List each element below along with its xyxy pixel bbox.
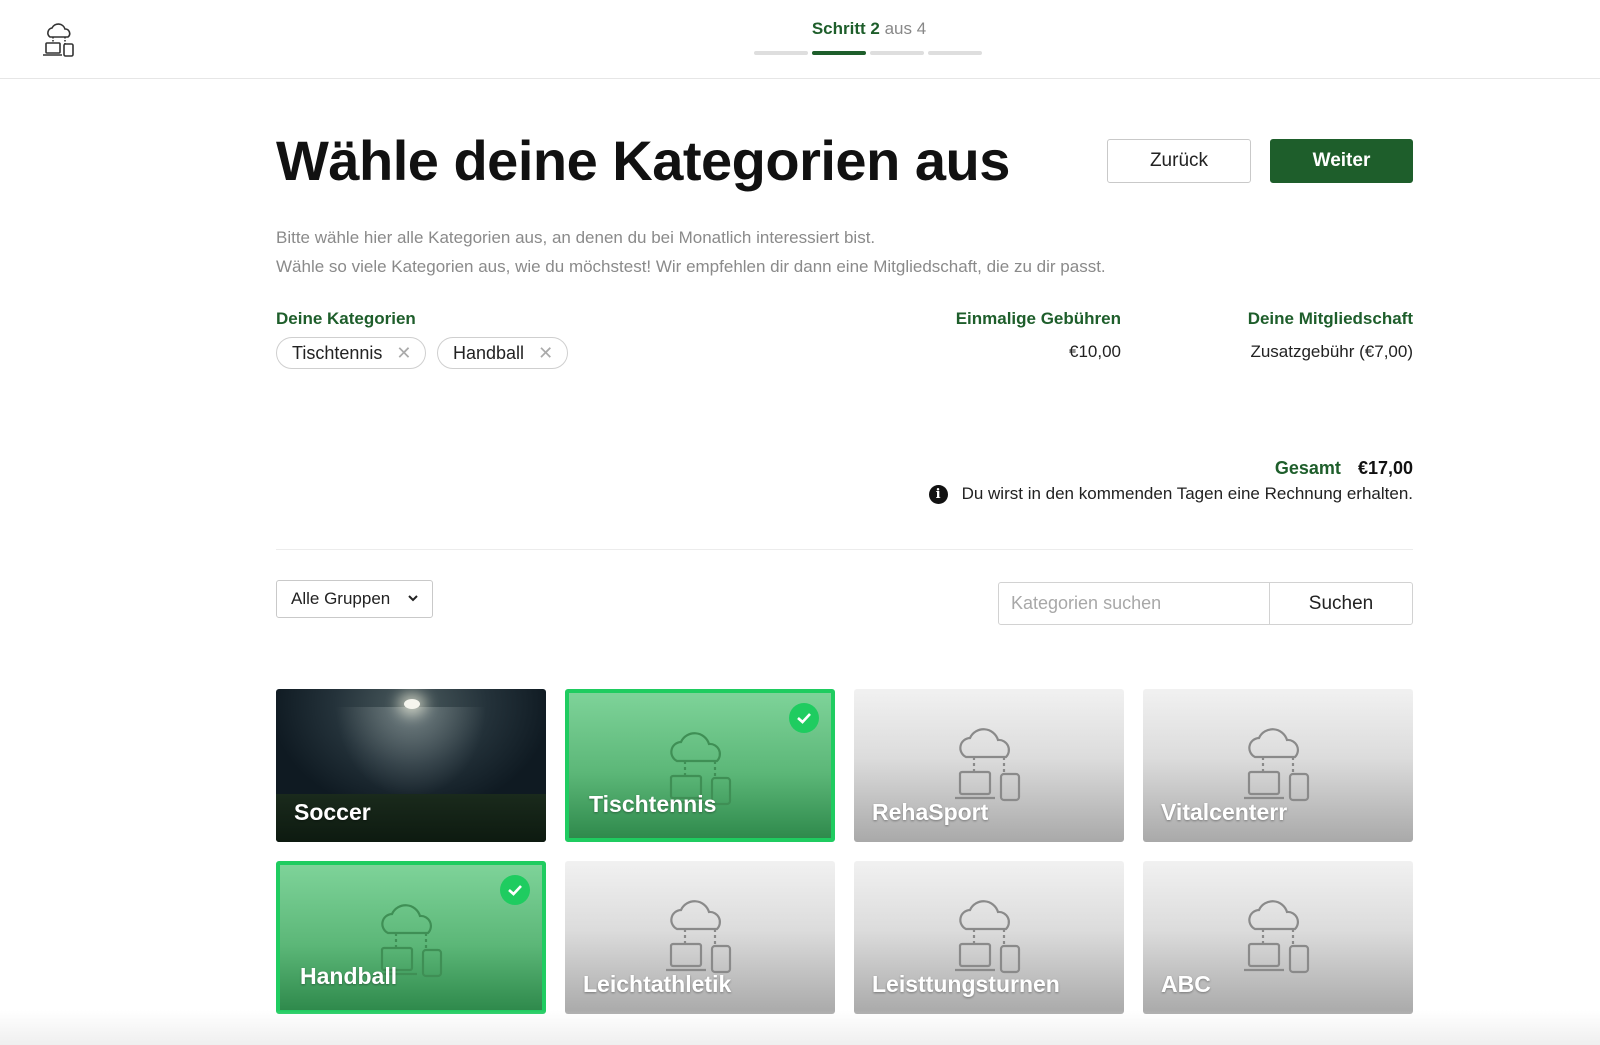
- category-tile-soccer[interactable]: Soccer: [276, 689, 546, 842]
- cloud-devices-icon: [1244, 728, 1310, 802]
- tile-label: ABC: [1161, 971, 1211, 997]
- intro-line-1: Bitte wähle hier alle Kategorien aus, an…: [276, 228, 876, 247]
- step-bar-4: [928, 51, 982, 55]
- intro-line-2: Wähle so viele Kategorien aus, wie du mö…: [276, 256, 1106, 276]
- category-chip-tischtennis: Tischtennis ✕: [276, 337, 427, 369]
- group-select-value: Alle Gruppen: [291, 589, 391, 608]
- category-tile-rehasport[interactable]: RehaSport: [854, 689, 1124, 842]
- check-icon: [789, 703, 819, 733]
- chip-label: Tischtennis: [292, 342, 383, 363]
- divider: [276, 549, 1413, 550]
- cloud-devices-icon: [955, 900, 1021, 974]
- category-tile-leichtathletik[interactable]: Leichtathletik: [565, 861, 835, 1014]
- membership-value: Zusatzgebühr (€7,00): [1250, 342, 1413, 361]
- step-text: Schritt 2 aus 4: [754, 19, 984, 39]
- next-button[interactable]: Weiter: [1270, 139, 1413, 183]
- cloud-devices-icon: [1244, 900, 1310, 974]
- category-tile-handball[interactable]: Handball: [276, 861, 546, 1014]
- step-bar-3: [870, 51, 924, 55]
- category-tile-abc[interactable]: ABC: [1143, 861, 1413, 1014]
- invoice-note-text: Du wirst in den kommenden Tagen eine Rec…: [961, 484, 1413, 503]
- category-tile-tischtennis[interactable]: Tischtennis: [565, 689, 835, 842]
- page-title: Wähle deine Kategorien aus: [276, 129, 1010, 192]
- search-input[interactable]: [998, 582, 1270, 625]
- step-bar-2: [812, 51, 866, 55]
- remove-chip-icon[interactable]: ✕: [538, 344, 553, 362]
- total-row: Gesamt €17,00: [1100, 458, 1413, 479]
- total-label: Gesamt: [1274, 458, 1341, 478]
- category-tile-vitalcenterr[interactable]: Vitalcenterr: [1143, 689, 1413, 842]
- fees-value: €10,00: [1069, 342, 1121, 361]
- tile-label: RehaSport: [872, 799, 989, 825]
- check-icon: [500, 875, 530, 905]
- tile-label: Soccer: [294, 799, 371, 825]
- invoice-note: i Du wirst in den kommenden Tagen eine R…: [905, 484, 1413, 504]
- tile-label: Vitalcenterr: [1161, 799, 1288, 825]
- cloud-devices-logo-icon[interactable]: [42, 22, 76, 58]
- fees-label: Einmalige Gebühren: [955, 309, 1121, 328]
- step-current: Schritt 2: [811, 19, 880, 38]
- back-button[interactable]: Zurück: [1107, 139, 1251, 183]
- tile-label: Leichtathletik: [583, 971, 732, 997]
- membership-label: Deine Mitgliedschaft: [1247, 309, 1413, 328]
- category-tile-leisttungsturnen[interactable]: Leisttungsturnen: [854, 861, 1124, 1014]
- tile-label: Handball: [300, 963, 398, 989]
- cloud-devices-icon: [955, 728, 1021, 802]
- step-progress-bars: [754, 51, 984, 55]
- chip-label: Handball: [453, 342, 525, 363]
- chevron-down-icon: [408, 595, 418, 602]
- floodlight: [404, 699, 420, 709]
- category-chip-handball: Handball ✕: [437, 337, 569, 369]
- top-bar: Schritt 2 aus 4: [0, 0, 1600, 79]
- tile-label: Leisttungsturnen: [872, 971, 1060, 997]
- step-bar-1: [754, 51, 808, 55]
- search-button[interactable]: Suchen: [1269, 582, 1413, 625]
- tile-label: Tischtennis: [589, 791, 717, 817]
- step-indicator: Schritt 2 aus 4: [754, 19, 984, 55]
- info-icon: i: [928, 484, 948, 504]
- step-total: aus 4: [884, 19, 927, 38]
- intro-text: Bitte wähle hier alle Kategorien aus, an…: [276, 224, 1106, 281]
- cloud-devices-icon: [666, 900, 732, 974]
- bottom-fade: [0, 1010, 1600, 1045]
- total-value: €17,00: [1357, 458, 1413, 478]
- group-select[interactable]: Alle Gruppen: [276, 580, 433, 618]
- remove-chip-icon[interactable]: ✕: [396, 344, 411, 362]
- categories-label: Deine Kategorien: [276, 309, 416, 328]
